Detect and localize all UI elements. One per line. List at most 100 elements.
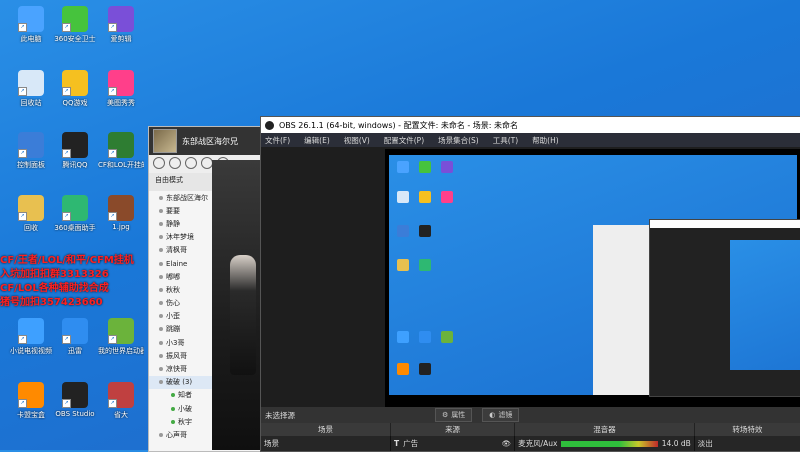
shortcut-arrow-icon: ↗ <box>108 335 117 344</box>
desktop-icon[interactable]: ↗ 1.jpg <box>98 195 144 231</box>
desktop-icon-label: 此电脑 <box>20 35 42 43</box>
qq-window-header: 东部战区海尔兄 <box>149 127 269 155</box>
speaker-icon[interactable] <box>169 157 181 169</box>
status-dot-icon <box>159 195 163 200</box>
desktop-icon[interactable]: ↗ 360安全卫士 <box>52 6 98 44</box>
desktop-icon-label: 360安全卫士 <box>54 35 96 43</box>
mic-icon[interactable] <box>153 157 165 169</box>
desktop-icon[interactable]: ↗ 回收 <box>8 195 54 233</box>
app-icon: ↗ <box>62 70 88 96</box>
app-icon: ↗ <box>18 70 44 96</box>
shortcut-arrow-icon: ↗ <box>108 149 117 158</box>
desktop-icon[interactable]: ↗ 小说电视视频 <box>8 318 54 356</box>
app-icon: ↗ <box>18 132 44 158</box>
desktop-icon-label: 控制面板 <box>17 161 45 169</box>
desktop-icon[interactable]: ↗ CF和LOL开挂的 <box>98 132 144 170</box>
member-name: 小歪 <box>166 312 180 321</box>
desktop-icon[interactable]: ↗ 我的世界启动器 <box>98 318 144 356</box>
shortcut-arrow-icon: ↗ <box>62 212 71 221</box>
shortcut-arrow-icon: ↗ <box>108 399 117 408</box>
desktop-icon[interactable]: ↗ 爱剪辑 <box>98 6 144 44</box>
preview-icon <box>441 191 453 203</box>
desktop-icon-label: 1.jpg <box>112 223 130 231</box>
source-item[interactable]: T 广告 👁 <box>391 436 516 451</box>
desktop-icon-label: 美图秀秀 <box>107 99 135 107</box>
preview-icon <box>419 331 431 343</box>
desktop-icon[interactable]: ↗ 此电脑 <box>8 6 54 44</box>
desktop-icon-label: 腾讯QQ <box>62 161 88 169</box>
menu-profile[interactable]: 配置文件(P) <box>384 135 424 146</box>
app-icon: ↗ <box>108 195 134 221</box>
obs-title: OBS 26.1.1 (64-bit, windows) - 配置文件: 未命名… <box>279 120 519 130</box>
desktop-icon[interactable]: ↗ 省大 <box>98 382 144 420</box>
properties-button[interactable]: ⚙ 属性 <box>435 408 473 422</box>
status-dot-icon <box>159 340 163 345</box>
member-name: 清枫哥 <box>166 246 187 255</box>
status-dot-icon <box>171 406 175 411</box>
menu-scene-collection[interactable]: 场景集合(S) <box>438 135 479 146</box>
shortcut-arrow-icon: ↗ <box>62 23 71 32</box>
member-name: 秋秋 <box>166 285 180 294</box>
filter-icon: ◐ <box>489 411 496 419</box>
desktop-icon[interactable]: ↗ 卡盟宝盒 <box>8 382 54 420</box>
mixer-dock-header: 混音器 <box>515 423 695 436</box>
desktop-icon-label: 爱剪辑 <box>110 35 132 43</box>
desktop-icon[interactable]: ↗ 美图秀秀 <box>98 70 144 108</box>
status-dot-icon <box>159 301 163 306</box>
filters-button[interactable]: ◐ 滤镜 <box>482 408 520 422</box>
shortcut-arrow-icon: ↗ <box>62 87 71 96</box>
desktop-icon[interactable]: ↗ OBS Studio <box>52 382 98 418</box>
member-name: 东部战区海尔 <box>166 193 208 202</box>
preview-nested-desktop <box>730 240 800 370</box>
member-name: 伤心 <box>166 299 180 308</box>
member-name: 知者 <box>178 391 192 400</box>
shortcut-arrow-icon: ↗ <box>62 399 71 408</box>
menu-tools[interactable]: 工具(T) <box>493 135 518 146</box>
dock-row: 场景 T 广告 👁 麦克风/Aux 14.0 dB 淡出 <box>261 436 800 451</box>
status-dot-icon <box>159 287 163 292</box>
app-icon: ↗ <box>18 195 44 221</box>
settings-icon[interactable] <box>185 157 197 169</box>
member-name: 秋宇 <box>178 417 192 426</box>
obs-bottom-panel: 未选择源 ⚙ 属性 ◐ 滤镜 场景 来源 混音器 转场特效 场景 T 广告 👁 麦克… <box>261 407 800 451</box>
obs-preview[interactable] <box>385 149 800 407</box>
desktop-icon[interactable]: ↗ 360桌面助手 <box>52 195 98 233</box>
menu-file[interactable]: 文件(F) <box>265 135 290 146</box>
menu-view[interactable]: 视图(V) <box>344 135 370 146</box>
transition-select[interactable]: 淡出 <box>694 436 800 451</box>
preview-icon <box>419 363 431 375</box>
desktop-icon[interactable]: ↗ 回收站 <box>8 70 54 108</box>
obs-window[interactable]: OBS 26.1.1 (64-bit, windows) - 配置文件: 未命名… <box>260 116 800 452</box>
scene-item[interactable]: 场景 <box>261 436 392 451</box>
member-name: 破破 (3) <box>166 378 193 387</box>
shortcut-arrow-icon: ↗ <box>62 149 71 158</box>
menu-edit[interactable]: 编辑(E) <box>304 135 330 146</box>
shortcut-arrow-icon: ↗ <box>18 87 27 96</box>
shortcut-arrow-icon: ↗ <box>108 23 117 32</box>
desktop-icon[interactable]: ↗ QQ游戏 <box>52 70 98 108</box>
member-name: 静静 <box>166 219 180 228</box>
obs-logo-icon <box>265 120 274 130</box>
promo-text: CF/王者/LOL/和平/CFM挂机 入坑加扣扣群3313326 CF/LOL各… <box>0 255 134 308</box>
desktop-icon-label: 卡盟宝盒 <box>17 411 45 419</box>
mixer-channel[interactable]: 麦克风/Aux 14.0 dB <box>515 436 695 451</box>
member-name: 沐年梦境 <box>166 233 194 242</box>
member-name: 跳蹦 <box>166 325 180 334</box>
shortcut-arrow-icon: ↗ <box>18 399 27 408</box>
menu-help[interactable]: 帮助(H) <box>532 135 559 146</box>
shortcut-arrow-icon: ↗ <box>18 335 27 344</box>
preview-nested-obs <box>649 219 800 397</box>
text-source-icon: T <box>394 439 400 448</box>
desktop-icon[interactable]: ↗ 迅雷 <box>52 318 98 356</box>
desktop-icon[interactable]: ↗ 腾讯QQ <box>52 132 98 170</box>
app-icon: ↗ <box>108 70 134 96</box>
status-dot-icon <box>159 314 163 319</box>
preview-qq-window <box>593 225 649 395</box>
group-avatar <box>153 129 177 153</box>
desktop-icon[interactable]: ↗ 控制面板 <box>8 132 54 170</box>
desktop-icon-label: 360桌面助手 <box>54 224 96 232</box>
preview-icon <box>397 161 409 173</box>
desktop-icon-label: 回收站 <box>20 99 42 107</box>
eye-icon[interactable]: 👁 <box>502 439 512 448</box>
status-dot-icon <box>171 419 175 424</box>
